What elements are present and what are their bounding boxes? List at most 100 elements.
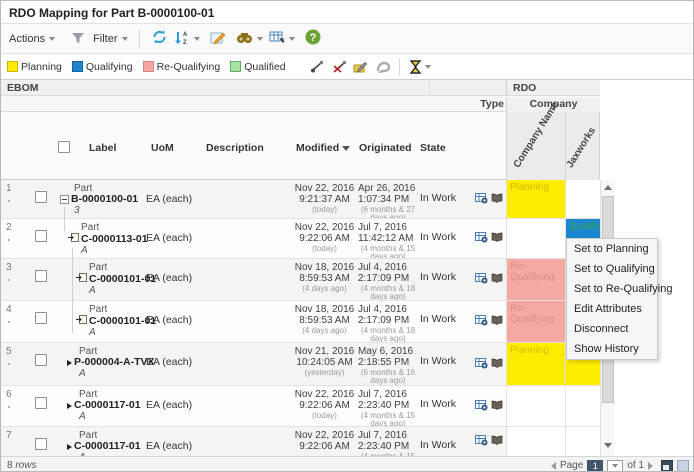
company-status-cell[interactable]: Planning [506,180,565,218]
jaxworks-header-cell: Jaxworks [565,112,600,180]
part-number[interactable]: C-0000117-01 [74,400,141,411]
row-checkbox[interactable] [35,312,47,324]
menu-item-show-history[interactable]: Show History [567,339,657,359]
column-header-label[interactable]: Label [89,142,116,154]
disconnect-button[interactable] [332,60,347,73]
column-header-originated[interactable]: Originated [359,142,412,154]
open-structure-icon[interactable] [491,273,503,286]
row-checkbox[interactable] [35,397,47,409]
legend-label: Re-Qualifying [157,61,221,73]
compact-view-toggle-icon[interactable] [677,460,689,472]
find-button[interactable] [236,30,263,47]
row-checkbox[interactable] [35,191,47,203]
modified-cell: Nov 18, 20168:59:53 AM(4 days ago) [291,301,358,342]
history-button[interactable] [376,61,390,73]
actions-menu-button[interactable]: Actions [9,33,55,45]
originated-cell: Apr 26, 20161:07:34 PM(6 months & 27 day… [358,180,418,218]
collapse-icon[interactable] [60,195,69,204]
row-checkbox-cell [28,259,56,300]
menu-item-edit-attributes[interactable]: Edit Attributes [567,299,657,319]
originated-cell: Jul 7, 201611:42:12 AM(4 months & 15 day… [358,219,418,258]
row-checkbox[interactable] [35,354,47,366]
part-info-icon[interactable] [475,434,488,449]
row-checkbox[interactable] [35,230,47,242]
uom-value: EA (each) [146,272,192,284]
row-checkbox[interactable] [35,270,47,282]
table-row: 6 Part C-0000117-01 A EA (each) Nov 22, … [1,386,600,427]
expand-icon[interactable] [67,360,72,366]
company-status-cell[interactable]: Planning [506,343,565,385]
part-number[interactable]: B-0000100-01 [71,194,138,205]
modified-date: Nov 21, 2016 [291,346,358,357]
open-structure-icon[interactable] [491,232,503,245]
chevron-down-icon [257,37,263,41]
qualifying-swatch-icon [72,61,83,72]
part-number[interactable]: C-0000113-01 [81,234,148,245]
column-header-description[interactable]: Description [206,142,264,154]
modified-cell: Nov 22, 20169:22:06 AM(today) [291,219,358,258]
column-header-uom[interactable]: UoM [151,142,174,154]
uom-value: EA (each) [146,193,192,205]
company-status-cell[interactable]: Re-Qualifying [506,301,565,342]
row-number: 4 [6,304,12,315]
refresh-button[interactable] [151,29,168,48]
help-button[interactable]: ? [305,29,321,48]
menu-item-set-to-planning[interactable]: Set to Planning [567,239,657,259]
sort-az-icon: AZ [174,30,190,48]
select-all-checkbox[interactable] [58,141,70,153]
column-header-modified[interactable]: Modified [296,142,350,154]
open-structure-icon[interactable] [491,193,503,206]
next-page-icon[interactable] [648,462,653,470]
jaxworks-status-cell[interactable] [565,427,600,456]
part-info-icon[interactable] [475,314,488,329]
chevron-down-icon [425,65,431,69]
hourglass-sigma-button[interactable] [409,60,431,74]
uom-value: EA (each) [146,314,192,326]
page-number-input[interactable]: 1 [587,460,603,472]
connect-button[interactable] [310,60,324,73]
scroll-up-button[interactable] [601,180,615,195]
part-info-icon[interactable] [475,399,488,414]
chevron-down-icon [604,443,612,448]
open-structure-icon[interactable] [491,400,503,413]
full-view-toggle-icon[interactable] [661,460,673,472]
type-cell [458,259,506,300]
expand-icon[interactable] [67,403,72,409]
part-info-icon[interactable] [475,231,488,246]
company-status-cell[interactable] [506,219,565,258]
menu-item-set-to-requalifying[interactable]: Set to Re-Qualifying [567,279,657,299]
state-value: In Work [420,355,456,367]
menu-item-set-to-qualifying[interactable]: Set to Qualifying [567,259,657,279]
edit-attributes-button[interactable] [353,60,368,73]
open-structure-icon[interactable] [491,435,503,448]
company-status-cell[interactable]: Re-Qualifying [506,259,565,300]
page-select[interactable] [607,460,623,472]
part-info-icon[interactable] [475,192,488,207]
part-info-icon[interactable] [475,272,488,287]
sort-button[interactable]: AZ [174,30,200,48]
filter-menu-button[interactable]: Filter [67,32,127,45]
edit-button[interactable] [210,30,226,48]
table-row: 3 Part C-0000101-01 A EA (each) Nov 18, … [1,259,600,301]
scroll-down-button[interactable] [601,438,615,453]
table-view-button[interactable] [269,30,295,48]
modified-date: Nov 18, 2016 [291,304,358,315]
row-checkbox[interactable] [35,438,47,450]
expand-icon[interactable] [67,444,72,450]
originated-time: 1:07:34 PM [358,194,418,205]
row-count: 8 rows [7,460,36,471]
open-structure-icon[interactable] [491,358,503,371]
part-info-icon[interactable] [475,357,488,372]
jaxworks-status-cell[interactable] [565,386,600,426]
part-type-label: Part [81,222,148,233]
part-number[interactable]: C-0000117-01 [74,441,141,452]
company-status-cell[interactable] [506,427,565,456]
company-status-cell[interactable] [506,386,565,426]
title-bar: RDO Mapping for Part B-0000100-01 [1,1,693,24]
open-structure-icon[interactable] [491,315,503,328]
previous-page-icon[interactable] [551,462,556,470]
menu-item-disconnect[interactable]: Disconnect [567,319,657,339]
jaxworks-status-cell[interactable] [565,180,600,218]
column-header-state[interactable]: State [420,142,446,154]
part-number[interactable]: P-000004-A-TVX [74,357,155,368]
